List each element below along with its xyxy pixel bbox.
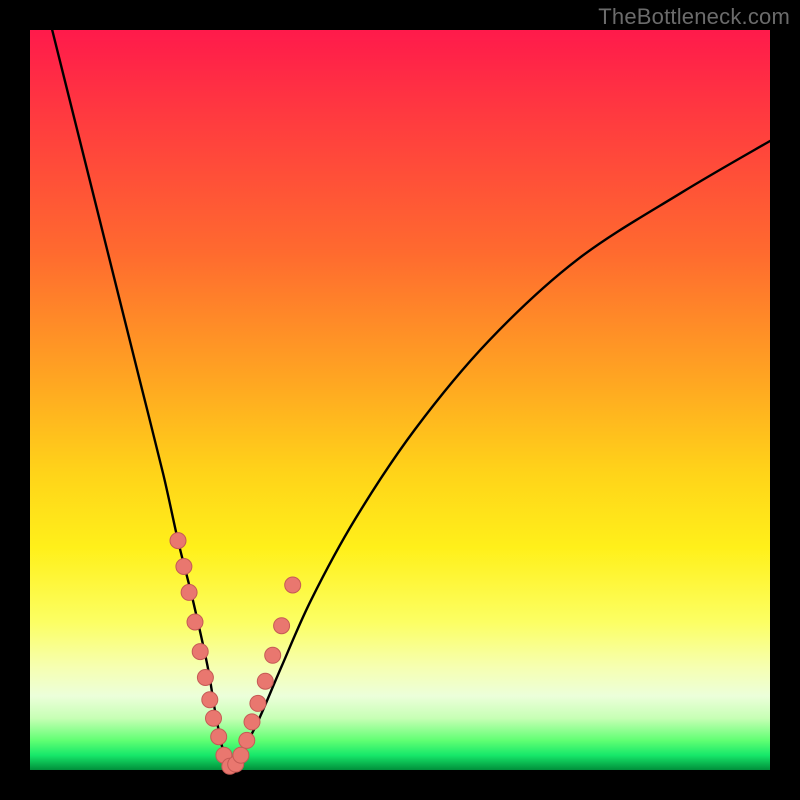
- plot-area: [30, 30, 770, 770]
- marker-point: [170, 533, 186, 549]
- marker-point: [274, 618, 290, 634]
- marker-point: [211, 729, 227, 745]
- marker-point: [192, 644, 208, 660]
- marker-point: [202, 692, 218, 708]
- marker-point: [257, 673, 273, 689]
- marker-point: [250, 695, 266, 711]
- marker-point: [206, 710, 222, 726]
- marker-point: [285, 577, 301, 593]
- marker-point: [187, 614, 203, 630]
- marker-point: [181, 584, 197, 600]
- marker-point: [233, 747, 249, 763]
- watermark-text: TheBottleneck.com: [598, 4, 790, 30]
- marker-point: [239, 732, 255, 748]
- marker-point: [265, 647, 281, 663]
- marker-point: [197, 670, 213, 686]
- chart-frame: TheBottleneck.com: [0, 0, 800, 800]
- marker-point: [244, 714, 260, 730]
- bottleneck-curve: [52, 30, 770, 771]
- marker-point: [176, 559, 192, 575]
- chart-svg: [30, 30, 770, 770]
- marker-group: [170, 533, 301, 775]
